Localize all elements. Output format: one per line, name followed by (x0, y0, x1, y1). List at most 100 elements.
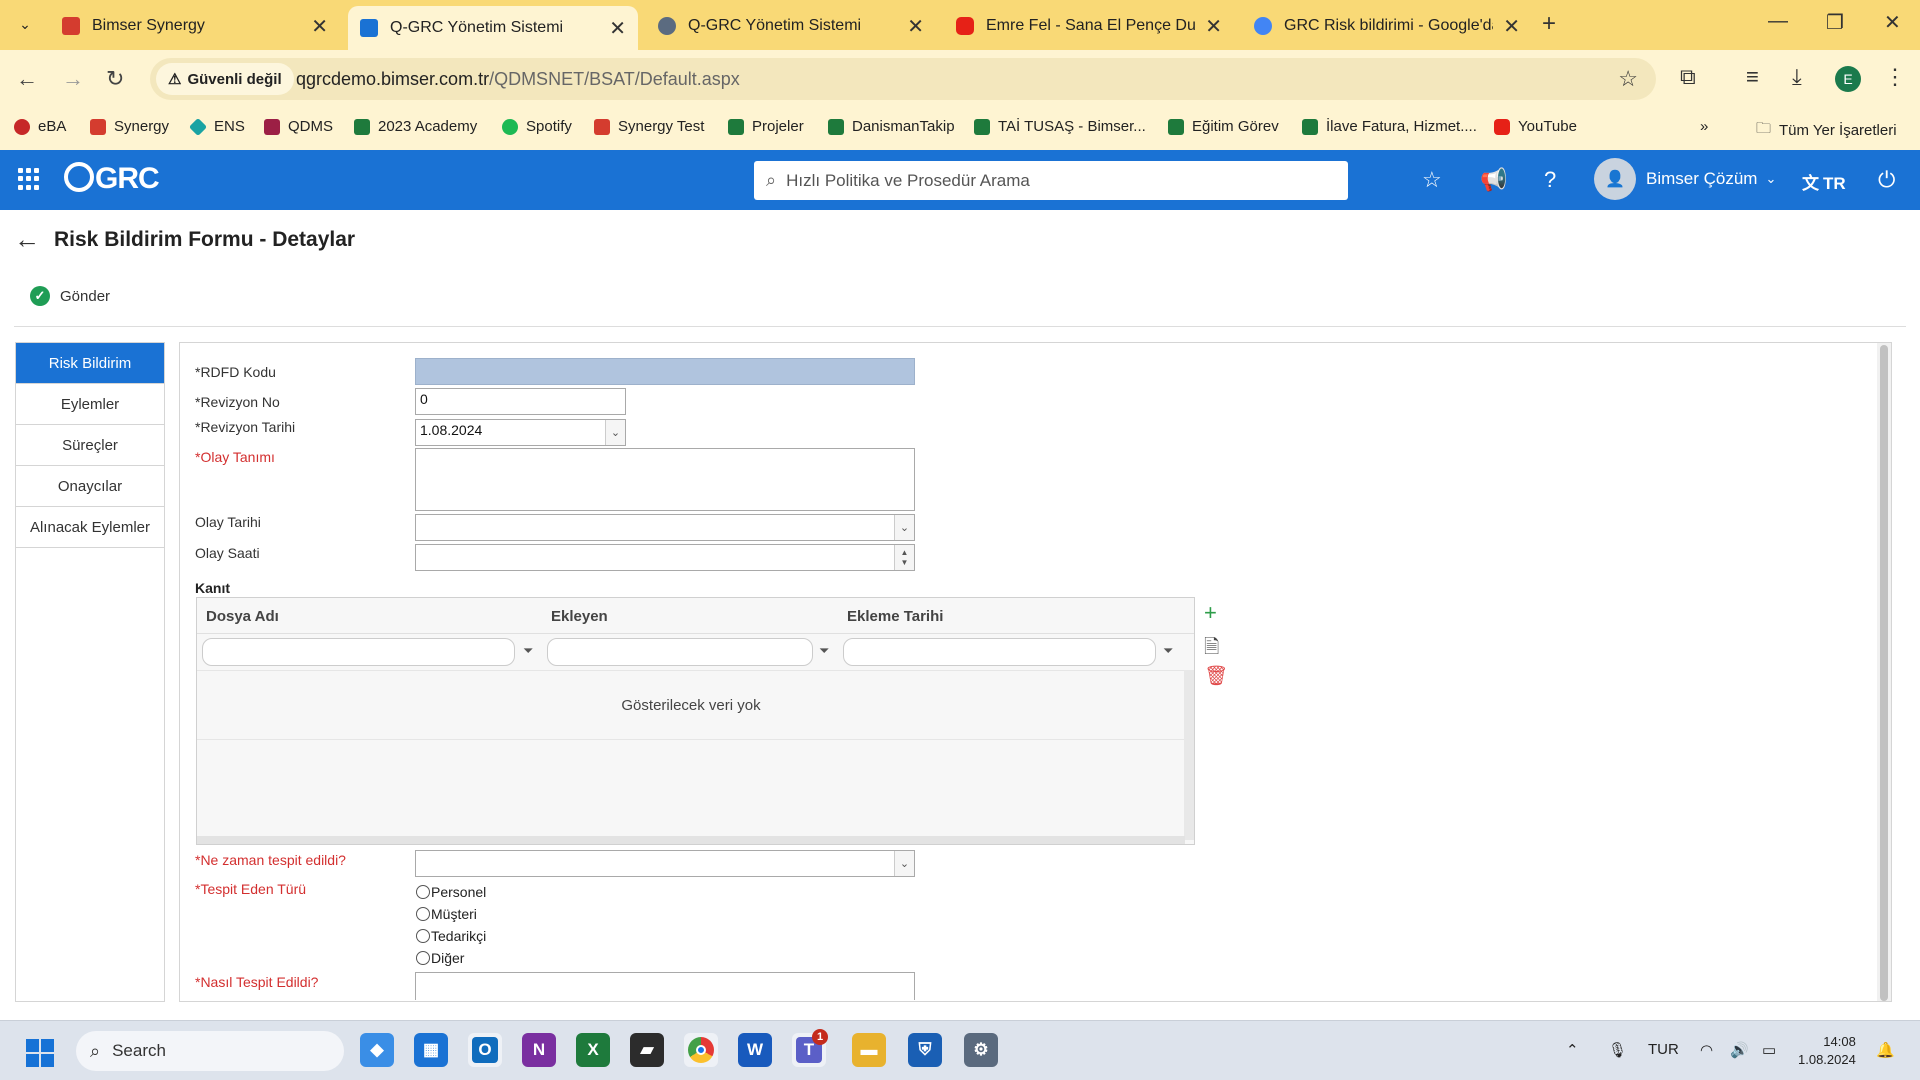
outlook-icon[interactable]: O (468, 1033, 502, 1067)
back-arrow-icon[interactable]: ← (14, 224, 40, 255)
side-tab-surecler[interactable]: Süreçler (16, 425, 164, 466)
bookmark-star-icon[interactable]: ☆ (1618, 66, 1638, 92)
all-bookmarks[interactable]: 🗀 Tüm Yer İşaretleri (1756, 118, 1897, 143)
side-tab-alinacak-eylemler[interactable]: Alınacak Eylemler (16, 507, 164, 548)
filter-funnel-icon[interactable]: ⏷ (1163, 643, 1173, 659)
qgrc-logo[interactable]: GRC (64, 162, 160, 196)
bookmark-item[interactable]: Eğitim Görev (1168, 118, 1279, 135)
bookmark-item[interactable]: QDMS (264, 118, 333, 135)
url-text[interactable]: qgrcdemo.bimser.com.tr/QDMSNET/BSAT/Defa… (296, 69, 740, 90)
bookmark-item[interactable]: TAİ TUSAŞ - Bimser... (974, 118, 1146, 135)
browser-tab[interactable]: Bimser Synergy ✕ (50, 6, 340, 46)
bookmark-item[interactable]: ENS (188, 117, 245, 136)
user-menu[interactable]: 👤 Bimser Çözüm ⌄ (1594, 158, 1776, 200)
bookmark-item[interactable]: Synergy (90, 118, 169, 135)
delete-file-icon[interactable]: 🗑 (1204, 664, 1228, 688)
bookmark-item[interactable]: Spotify (502, 118, 572, 135)
announcement-icon[interactable]: 📢 (1480, 167, 1507, 193)
grid-column-ekleyen[interactable]: Ekleyen (551, 608, 608, 625)
new-tab-icon[interactable]: + (1542, 10, 1556, 38)
wifi-icon[interactable]: ◠ (1700, 1041, 1713, 1059)
help-icon[interactable]: ? (1544, 167, 1556, 193)
panel-scrollbar[interactable] (1877, 343, 1891, 1001)
olay-tanimi-textarea[interactable] (415, 448, 915, 511)
chrome-menu-icon[interactable]: ⋮ (1884, 64, 1906, 90)
spin-down-icon[interactable]: ▼ (901, 558, 909, 568)
teams-icon[interactable]: T1 (792, 1029, 828, 1067)
power-icon[interactable]: ⏻ (1878, 167, 1895, 193)
favorites-star-icon[interactable]: ☆ (1422, 167, 1442, 193)
add-file-icon[interactable]: + (1204, 600, 1217, 626)
radio-circle[interactable] (416, 907, 430, 921)
filter-ekleyen-input[interactable] (547, 638, 813, 666)
radio-personel[interactable]: Personel (416, 884, 486, 900)
security-chip[interactable]: ⚠ Güvenli değil (156, 63, 294, 95)
bookmark-item[interactable]: DanismanTakip (828, 118, 955, 135)
media-control-icon[interactable]: ≡ (1746, 64, 1759, 90)
settings-gear-icon[interactable]: ⚙ (964, 1033, 998, 1067)
radio-tedarikci[interactable]: Tedarikçi (416, 928, 486, 944)
browser-tab[interactable]: Emre Fel - Sana El Pençe Durma ✕ (944, 6, 1234, 46)
windows-start-icon[interactable] (26, 1039, 54, 1067)
filter-funnel-icon[interactable]: ⏷ (819, 643, 829, 659)
radio-circle[interactable] (416, 951, 430, 965)
close-tab-icon[interactable]: ✕ (907, 14, 924, 39)
grid-horizontal-scrollbar[interactable] (197, 836, 1185, 844)
extensions-icon[interactable]: ⧉ (1680, 64, 1696, 90)
radio-diger[interactable]: Diğer (416, 950, 464, 966)
bookmark-item[interactable]: Projeler (728, 118, 804, 135)
revizyon-tarihi-datepicker[interactable]: 1.08.2024 ⌄ (415, 419, 626, 446)
notification-bell-icon[interactable]: 🔔 (1876, 1041, 1895, 1059)
close-window-icon[interactable]: ✕ (1884, 10, 1901, 35)
grid-column-dosya-adi[interactable]: Dosya Adı (206, 608, 279, 625)
olay-saati-timepicker[interactable]: ▲ ▼ (415, 544, 915, 571)
app-launcher-icon[interactable] (18, 168, 40, 190)
send-button[interactable]: ✓ Gönder (30, 286, 110, 306)
chrome-icon[interactable] (684, 1033, 718, 1067)
grid-vertical-scrollbar[interactable] (1184, 670, 1194, 840)
revizyon-no-field[interactable]: 0 (415, 388, 626, 415)
side-tab-onaycilar[interactable]: Onaycılar (16, 466, 164, 507)
volume-icon[interactable]: 🔊 (1730, 1041, 1749, 1059)
filter-ekleme-tarihi-input[interactable] (843, 638, 1156, 666)
widgets-icon[interactable]: ▦ (414, 1033, 448, 1067)
chevron-down-icon[interactable]: ⌄ (894, 515, 914, 540)
grid-column-ekleme-tarihi[interactable]: Ekleme Tarihi (847, 608, 943, 625)
scrollbar-thumb[interactable] (1880, 345, 1888, 1001)
close-tab-icon[interactable]: ✕ (311, 14, 328, 39)
radio-musteri[interactable]: Müşteri (416, 906, 477, 922)
battery-icon[interactable]: ▭ (1762, 1041, 1776, 1059)
chevron-down-icon[interactable]: ⌄ (894, 851, 914, 876)
onenote-icon[interactable]: N (522, 1033, 556, 1067)
excel-icon[interactable]: X (576, 1033, 610, 1067)
reload-icon[interactable]: ↻ (106, 66, 124, 92)
download-icon[interactable]: ⤓ (1792, 64, 1802, 90)
time-spinner[interactable]: ▲ ▼ (894, 545, 914, 570)
preview-file-icon[interactable]: 🗎 (1204, 633, 1219, 665)
bookmark-item[interactable]: YouTube (1494, 118, 1577, 135)
copilot-icon[interactable]: ◆ (360, 1033, 394, 1067)
back-icon[interactable]: ← (16, 66, 38, 92)
browser-tab-active[interactable]: Q-GRC Yönetim Sistemi ✕ (348, 6, 638, 50)
side-tab-risk-bildirim[interactable]: Risk Bildirim (16, 343, 164, 384)
sticky-notes-icon[interactable]: ▰ (630, 1033, 664, 1067)
close-tab-icon[interactable]: ✕ (1503, 14, 1520, 39)
close-tab-icon[interactable]: ✕ (1205, 14, 1222, 39)
tab-search-button[interactable]: ⌄ (8, 8, 42, 40)
taskbar-clock[interactable]: 14:08 1.08.2024 (1798, 1033, 1856, 1069)
radio-circle[interactable] (416, 885, 430, 899)
language-switch[interactable]: 文 TR (1802, 169, 1846, 194)
minimize-icon[interactable]: — (1768, 10, 1788, 33)
bookmark-item[interactable]: 2023 Academy (354, 118, 477, 135)
bookmark-item[interactable]: eBA (14, 118, 66, 135)
browser-tab[interactable]: Q-GRC Yönetim Sistemi ✕ (646, 6, 936, 46)
filter-dosya-adi-input[interactable] (202, 638, 515, 666)
browser-tab[interactable]: GRC Risk bildirimi - Google'da / ✕ (1242, 6, 1532, 46)
radio-circle[interactable] (416, 929, 430, 943)
spin-up-icon[interactable]: ▲ (901, 548, 909, 558)
chevron-down-icon[interactable]: ⌄ (605, 420, 625, 445)
tray-overflow-icon[interactable]: ⌃ (1566, 1041, 1579, 1059)
bookmark-item[interactable]: İlave Fatura, Hizmet.... (1302, 118, 1477, 135)
taskbar-search[interactable]: ⌕ Search (76, 1031, 344, 1071)
nasil-tespit-field[interactable] (415, 972, 915, 1000)
